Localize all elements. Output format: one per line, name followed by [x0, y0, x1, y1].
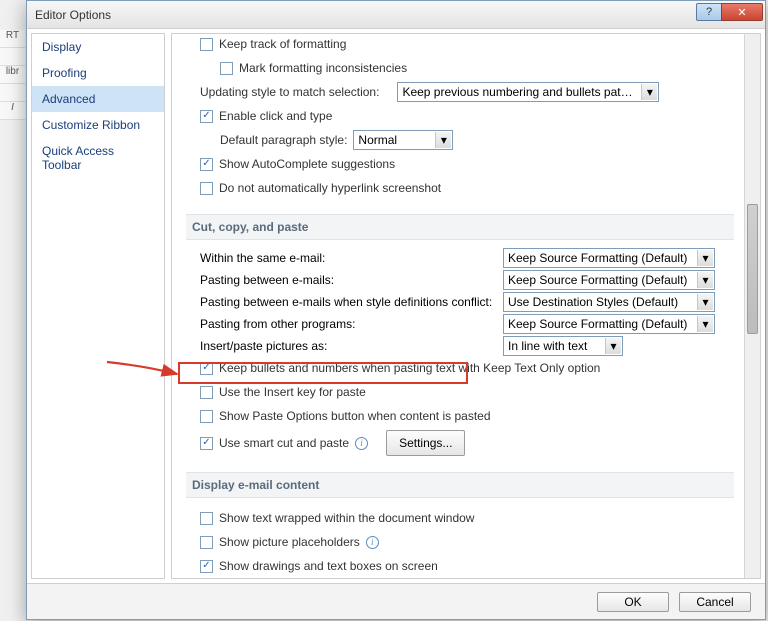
label-paste-within-same: Within the same e-mail:	[200, 249, 503, 267]
checkbox-use-insert-key[interactable]	[200, 386, 213, 399]
info-icon[interactable]: i	[355, 437, 368, 450]
editor-options-dialog: Editor Options ? ✕ Display Proofing Adva…	[26, 0, 766, 620]
select-paste-conflict[interactable]: Use Destination Styles (Default)▾	[503, 292, 715, 312]
cancel-button[interactable]: Cancel	[679, 592, 751, 612]
checkbox-mark-inconsistencies	[220, 62, 233, 75]
label-keep-bullets: Keep bullets and numbers when pasting te…	[219, 358, 600, 378]
label-drawings-textboxes: Show drawings and text boxes on screen	[219, 556, 438, 576]
category-sidebar: Display Proofing Advanced Customize Ribb…	[31, 33, 165, 579]
vertical-scrollbar[interactable]	[744, 34, 760, 578]
label-updating-style: Updating style to match selection:	[200, 82, 379, 102]
info-icon[interactable]: i	[366, 536, 379, 549]
label-show-paste-options: Show Paste Options button when content i…	[219, 406, 491, 426]
label-paste-between: Pasting between e-mails:	[200, 271, 503, 289]
chevron-down-icon: ▾	[605, 338, 621, 354]
chevron-down-icon: ▾	[697, 316, 713, 332]
checkbox-text-wrapped[interactable]	[200, 512, 213, 525]
scrollbar-thumb[interactable]	[747, 204, 758, 334]
section-header-display-email: Display e-mail content	[186, 472, 734, 498]
chevron-down-icon: ▾	[697, 272, 713, 288]
select-updating-style[interactable]: Keep previous numbering and bullets patt…	[397, 82, 659, 102]
section-header-cut-copy-paste: Cut, copy, and paste	[186, 214, 734, 240]
sidebar-item-proofing[interactable]: Proofing	[32, 60, 164, 86]
chevron-down-icon: ▾	[697, 250, 713, 266]
label-keep-track-formatting: Keep track of formatting	[219, 34, 346, 54]
checkbox-drawings-textboxes[interactable]	[200, 560, 213, 573]
window-title: Editor Options	[35, 8, 111, 22]
chevron-down-icon: ▾	[435, 132, 451, 148]
checkbox-enable-click-type[interactable]	[200, 110, 213, 123]
help-button[interactable]: ?	[696, 3, 722, 21]
chevron-down-icon: ▾	[641, 84, 657, 100]
label-smart-cut-paste: Use smart cut and paste	[219, 433, 349, 453]
settings-button[interactable]: Settings...	[386, 430, 465, 456]
label-paste-conflict: Pasting between e-mails when style defin…	[200, 293, 503, 311]
select-default-paragraph-style[interactable]: Normal ▾	[353, 130, 453, 150]
options-panel: Keep track of formatting Mark formatting…	[171, 33, 761, 579]
checkbox-keep-track-formatting[interactable]	[200, 38, 213, 51]
checkbox-picture-placeholders[interactable]	[200, 536, 213, 549]
label-picture-placeholders: Show picture placeholders	[219, 532, 360, 552]
titlebar: Editor Options ? ✕	[27, 1, 765, 29]
label-use-insert-key: Use the Insert key for paste	[219, 382, 366, 402]
label-default-paragraph-style: Default paragraph style:	[220, 130, 347, 150]
checkbox-keep-bullets[interactable]	[200, 362, 213, 375]
ok-button[interactable]: OK	[597, 592, 669, 612]
sidebar-item-advanced[interactable]: Advanced	[32, 86, 164, 112]
label-enable-click-type: Enable click and type	[219, 106, 332, 126]
select-paste-between[interactable]: Keep Source Formatting (Default)▾	[503, 270, 715, 290]
close-button[interactable]: ✕	[721, 3, 763, 21]
checkbox-smart-cut-paste[interactable]	[200, 437, 213, 450]
select-insert-paste-pictures[interactable]: In line with text▾	[503, 336, 623, 356]
sidebar-item-customize-ribbon[interactable]: Customize Ribbon	[32, 112, 164, 138]
sidebar-item-display[interactable]: Display	[32, 34, 164, 60]
checkbox-show-paste-options[interactable]	[200, 410, 213, 423]
select-paste-other[interactable]: Keep Source Formatting (Default)▾	[503, 314, 715, 334]
checkbox-no-auto-hyperlink[interactable]	[200, 182, 213, 195]
label-insert-paste-pictures: Insert/paste pictures as:	[200, 337, 503, 355]
label-no-auto-hyperlink: Do not automatically hyperlink screensho…	[219, 178, 441, 198]
chevron-down-icon: ▾	[697, 294, 713, 310]
label-show-autocomplete: Show AutoComplete suggestions	[219, 154, 395, 174]
label-text-wrapped: Show text wrapped within the document wi…	[219, 508, 474, 528]
checkbox-show-autocomplete[interactable]	[200, 158, 213, 171]
select-paste-within-same[interactable]: Keep Source Formatting (Default)▾	[503, 248, 715, 268]
label-paste-other: Pasting from other programs:	[200, 315, 503, 333]
label-mark-inconsistencies: Mark formatting inconsistencies	[239, 58, 407, 78]
sidebar-item-quick-access-toolbar[interactable]: Quick Access Toolbar	[32, 138, 164, 178]
dialog-footer: OK Cancel	[27, 583, 765, 619]
